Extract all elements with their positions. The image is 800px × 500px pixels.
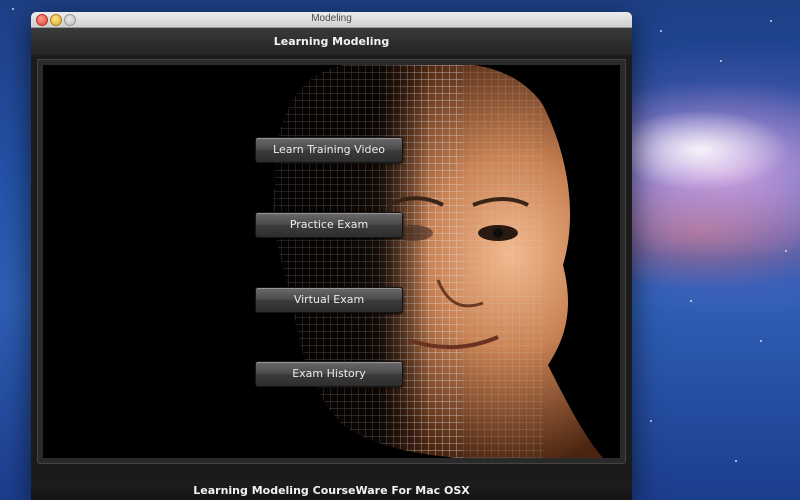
practice-exam-button[interactable]: Practice Exam (255, 212, 403, 238)
page-title: Learning Modeling (31, 28, 632, 60)
footer-caption: Learning Modeling CourseWare For Mac OSX (31, 482, 632, 500)
content-frame: Learn Training Video Practice Exam Virtu… (37, 59, 626, 464)
app-window: Modeling Learning Modeling Learn Trainin… (31, 12, 632, 500)
window-title: Modeling (311, 13, 352, 24)
title-bar[interactable]: Modeling (31, 12, 632, 28)
wireframe-head-image (273, 65, 603, 458)
virtual-exam-button[interactable]: Virtual Exam (255, 287, 403, 313)
learn-training-video-button[interactable]: Learn Training Video (255, 137, 403, 163)
hero-viewport: Learn Training Video Practice Exam Virtu… (43, 65, 620, 458)
exam-history-button[interactable]: Exam History (255, 361, 403, 387)
